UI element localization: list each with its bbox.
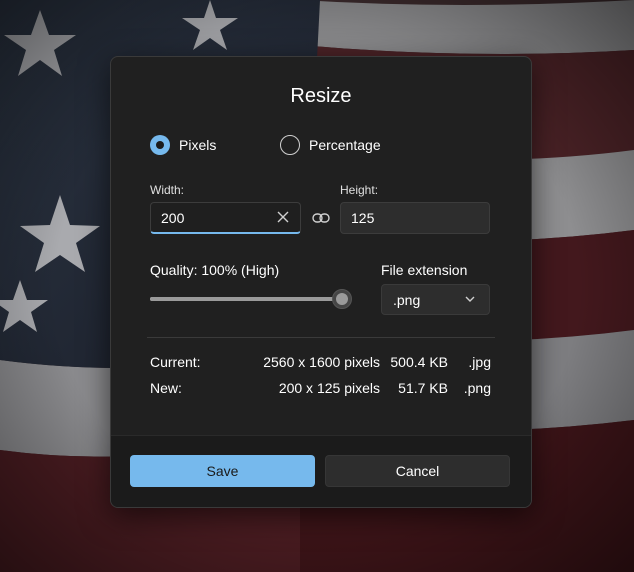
current-size: 500.4 KB: [390, 354, 448, 370]
radio-unchecked-indicator: [280, 135, 300, 155]
width-value: 200: [161, 209, 185, 226]
new-dimensions: 200 x 125 pixels: [278, 380, 380, 396]
resize-dialog: Resize Pixels Percentage Width: 200 Heig…: [110, 56, 532, 508]
percentage-radio-label: Percentage: [309, 137, 381, 153]
current-label: Current:: [150, 354, 201, 370]
file-extension-dropdown[interactable]: .png: [381, 284, 490, 315]
height-input[interactable]: 125: [340, 202, 490, 234]
current-extension: .jpg: [468, 354, 491, 370]
save-button[interactable]: Save: [130, 455, 315, 487]
dialog-title: Resize: [290, 85, 352, 107]
height-label: Height:: [340, 183, 379, 197]
quality-slider-fill: [150, 297, 342, 301]
height-value: 125: [351, 210, 375, 226]
new-label: New:: [150, 380, 182, 396]
cancel-button[interactable]: Cancel: [325, 455, 510, 487]
link-icon[interactable]: [312, 211, 330, 225]
new-extension: .png: [463, 380, 491, 396]
pixels-radio[interactable]: Pixels: [150, 135, 216, 155]
chevron-down-icon: [465, 296, 475, 302]
new-size: 51.7 KB: [398, 380, 448, 396]
radio-checked-indicator: [150, 135, 170, 155]
percentage-radio[interactable]: Percentage: [280, 135, 381, 155]
current-dimensions: 2560 x 1600 pixels: [263, 354, 380, 370]
quality-slider-track[interactable]: [150, 297, 342, 301]
width-input[interactable]: 200: [150, 202, 301, 234]
width-label: Width:: [150, 183, 185, 197]
divider: [147, 337, 495, 338]
pixels-radio-label: Pixels: [179, 137, 217, 153]
file-extension-label: File extension: [381, 262, 468, 278]
file-extension-value: .png: [393, 291, 421, 308]
quality-label: Quality: 100% (High): [150, 262, 280, 278]
quality-slider-thumb[interactable]: [332, 289, 352, 309]
dialog-footer: Save Cancel: [111, 435, 531, 507]
close-icon[interactable]: [276, 210, 290, 224]
